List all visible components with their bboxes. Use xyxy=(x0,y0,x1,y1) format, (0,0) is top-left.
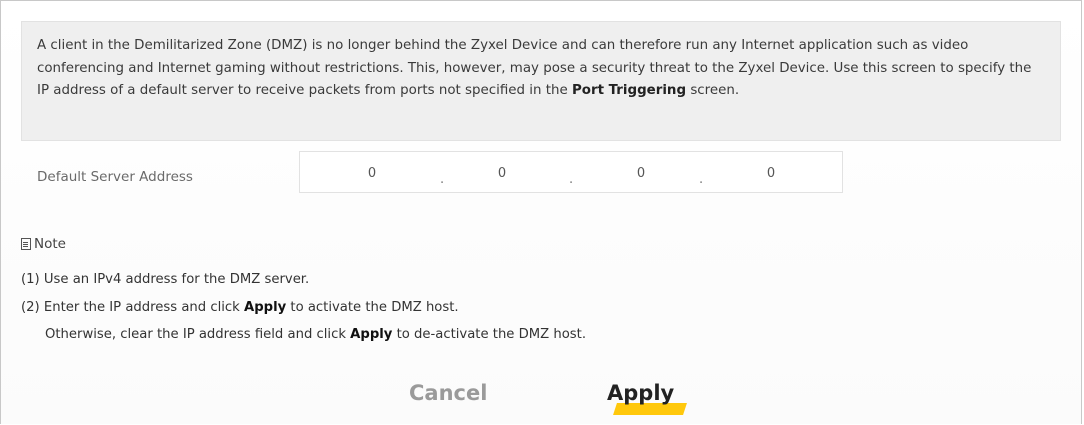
cancel-button[interactable]: Cancel xyxy=(409,381,487,405)
description-text-end: screen. xyxy=(686,83,740,98)
ip-separator: . xyxy=(569,172,574,187)
apply-button[interactable]: Apply xyxy=(607,381,674,405)
note-apply-bold: Apply xyxy=(350,327,393,342)
note-line-1: (1) Use an IPv4 address for the DMZ serv… xyxy=(21,272,310,287)
port-triggering-link-text: Port Triggering xyxy=(571,83,687,98)
note-line-2: (2) Enter the IP address and click Apply… xyxy=(21,300,459,315)
dmz-description: A client in the Demilitarized Zone (DMZ)… xyxy=(21,21,1061,141)
ip-octet-3-input[interactable]: 0 xyxy=(629,166,653,181)
note-apply-bold: Apply xyxy=(244,300,287,315)
note-heading: Note xyxy=(21,236,66,252)
ip-octet-2-input[interactable]: 0 xyxy=(490,166,514,181)
note-line-3-text: Otherwise, clear the IP address field an… xyxy=(45,327,351,342)
note-line-2-text-end: to activate the DMZ host. xyxy=(286,300,459,315)
note-line-2-text: (2) Enter the IP address and click xyxy=(21,300,244,315)
ip-octet-4-input[interactable]: 0 xyxy=(759,166,783,181)
description-text: A client in the Demilitarized Zone (DMZ)… xyxy=(37,38,1032,98)
note-line-3: Otherwise, clear the IP address field an… xyxy=(45,327,586,342)
note-line-3-text-end: to de-activate the DMZ host. xyxy=(392,327,587,342)
default-server-ip-field: 0 . 0 . 0 . 0 xyxy=(299,151,843,193)
default-server-label: Default Server Address xyxy=(37,169,193,185)
ip-octet-1-input[interactable]: 0 xyxy=(360,166,384,181)
ip-separator: . xyxy=(440,172,445,187)
dmz-panel: A client in the Demilitarized Zone (DMZ)… xyxy=(0,0,1082,424)
ip-separator: . xyxy=(699,172,704,187)
note-icon xyxy=(21,238,31,250)
note-heading-label: Note xyxy=(34,236,66,252)
